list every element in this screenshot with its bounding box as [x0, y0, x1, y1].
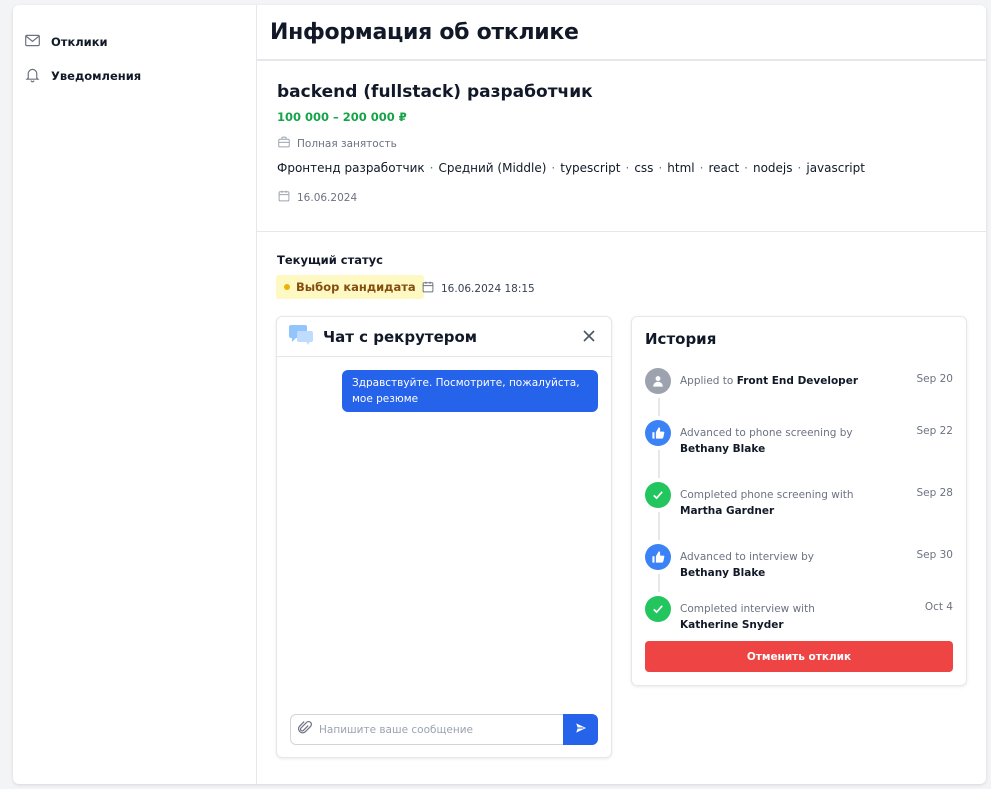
check-icon [645, 596, 671, 622]
status-value: Выбор кандидата [296, 280, 416, 294]
check-icon [645, 482, 671, 508]
sidebar-item-notifications[interactable]: Уведомления [24, 66, 141, 86]
event-date: Sep 22 [916, 425, 954, 437]
event-text: Completed interview with Katherine Snyde… [680, 603, 815, 631]
vacancy-employment: Полная занятость [277, 135, 397, 152]
chat-title: Чат с рекрутером [323, 327, 478, 346]
tag: html [667, 161, 695, 175]
event-text: Completed phone screening with Martha Ga… [680, 489, 854, 517]
chat-composer [290, 714, 598, 745]
send-button[interactable] [563, 714, 598, 745]
message-input[interactable] [319, 723, 563, 736]
cancel-response-button[interactable]: Отменить отклик [645, 641, 953, 672]
vacancy-tags: Фронтенд разработчик · Средний (Middle) · … [277, 161, 865, 175]
event-date: Sep 20 [916, 373, 954, 385]
bell-icon [24, 66, 41, 86]
sidebar-item-label: Отклики [51, 35, 108, 49]
event-name: Katherine Snyder [680, 619, 784, 631]
chat-input-box [290, 714, 563, 745]
sidebar-item-responses[interactable]: Отклики [24, 32, 108, 52]
tag: nodejs [752, 161, 793, 175]
calendar-icon [421, 280, 435, 297]
vacancy-salary: 100 000 – 200 000 ₽ [277, 110, 407, 124]
chat-panel: Чат с рекрутером Здравствуйте. Посмотрит… [276, 316, 612, 758]
chat-bubbles-icon [289, 324, 313, 349]
tag: Средний (Middle) [438, 161, 547, 175]
thumbs-up-icon [645, 420, 671, 446]
status-badge: Выбор кандидата [276, 275, 424, 299]
status-dot [284, 284, 290, 290]
timeline-event: Completed interview with Katherine Snyde… [645, 596, 953, 633]
event-date: Sep 30 [916, 549, 954, 561]
status-datetime: 16.06.2024 18:15 [441, 282, 535, 295]
vacancy-title: backend (fullstack) разработчик [277, 82, 593, 102]
status-date: 16.06.2024 18:15 [421, 280, 535, 297]
history-title: История [645, 330, 717, 348]
user-icon [645, 368, 671, 394]
event-text: Applied to Front End Developer [680, 375, 858, 387]
timeline-event: Advanced to interview by Bethany Blake S… [645, 544, 953, 581]
event-date: Oct 4 [924, 601, 953, 613]
date-label: 16.06.2024 [297, 191, 358, 204]
page-title: Информация об отклике [270, 19, 579, 45]
employment-label: Полная занятость [297, 137, 397, 150]
page-card: Отклики Уведомления Информация об отклик… [13, 5, 986, 784]
vacancy-date: 16.06.2024 [277, 189, 357, 206]
tag: Фронтенд разработчик [277, 161, 425, 175]
tag: css [634, 161, 654, 175]
status-heading: Текущий статус [277, 253, 383, 267]
calendar-icon [277, 189, 291, 206]
event-date: Sep 28 [916, 487, 954, 499]
event-name: Martha Gardner [680, 505, 775, 517]
paperclip-icon[interactable] [297, 720, 313, 740]
main-content: Информация об отклике backend (fullstack… [257, 5, 986, 784]
event-text: Advanced to phone screening by Bethany B… [680, 427, 853, 455]
mail-icon [24, 32, 41, 52]
timeline-event: Completed phone screening with Martha Ga… [645, 482, 953, 519]
briefcase-icon [277, 135, 291, 152]
event-name: Bethany Blake [680, 443, 766, 455]
timeline-event: Applied to Front End Developer Sep 20 [645, 368, 953, 394]
sidebar: Отклики Уведомления [13, 5, 257, 784]
send-icon [574, 720, 589, 739]
event-name: Bethany Blake [680, 567, 766, 579]
event-text: Advanced to interview by Bethany Blake [680, 551, 814, 579]
chat-message: Здравствуйте. Посмотрите, пожалуйста, мо… [342, 370, 598, 412]
chat-header: Чат с рекрутером [277, 317, 611, 357]
vacancy-details: backend (fullstack) разработчик 100 000 … [257, 61, 986, 232]
page-header: Информация об отклике [257, 5, 986, 61]
tag: react [708, 161, 740, 175]
thumbs-up-icon [645, 544, 671, 570]
tag: javascript [806, 161, 865, 175]
timeline-event: Advanced to phone screening by Bethany B… [645, 420, 953, 457]
close-icon[interactable] [581, 328, 597, 344]
event-name: Front End Developer [736, 375, 858, 387]
history-panel: История Applied to Front End Developer S… [631, 316, 967, 686]
tag: typescript [560, 161, 621, 175]
sidebar-item-label: Уведомления [51, 69, 142, 83]
